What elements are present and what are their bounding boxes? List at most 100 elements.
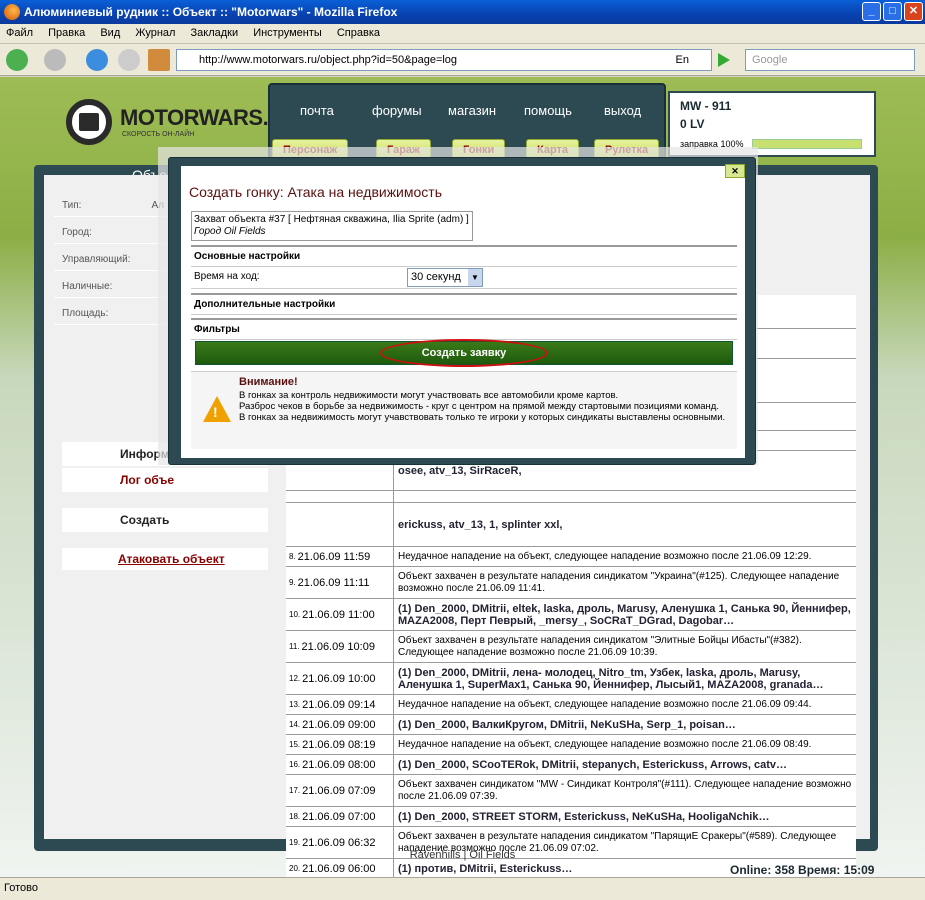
address-bar[interactable]: http://www.motorwars.ru/object.php?id=50… bbox=[176, 49, 712, 71]
create-button[interactable]: Создать bbox=[62, 508, 268, 532]
row-text: Неудачное нападение на объект, следующее… bbox=[394, 735, 856, 754]
row-date: 13. 21.06.09 09:14 bbox=[286, 695, 394, 714]
object-info: Захват объекта #37 [ Нефтяная скважина, … bbox=[191, 211, 473, 241]
menu-help[interactable]: Справка bbox=[331, 24, 386, 42]
modal-title: Создать гонку: Атака на недвижимость bbox=[189, 184, 442, 200]
row-text[interactable]: erickuss, atv_13, 1, splinter xxl, bbox=[394, 503, 856, 546]
warning-box: ! Внимание! В гонках за контроль недвижи… bbox=[191, 371, 737, 449]
forward-icon[interactable] bbox=[44, 49, 66, 71]
minimize-button[interactable]: _ bbox=[862, 2, 881, 21]
page-viewport: MOTORWARS.RU СКОРОСТЬ ОН-ЛАЙН почта фору… bbox=[0, 77, 925, 877]
status-bar: Готово bbox=[0, 877, 925, 900]
firefox-icon bbox=[4, 4, 20, 20]
chevron-down-icon: ▼ bbox=[468, 269, 482, 286]
row-date: 16. 21.06.09 08:00 bbox=[286, 755, 394, 774]
row-date: 17. 21.06.09 07:09 bbox=[286, 775, 394, 806]
row-date: 8. 21.06.09 11:59 bbox=[286, 547, 394, 566]
object-city: Город Oil Fields bbox=[194, 226, 266, 237]
row-date: 11. 21.06.09 10:09 bbox=[286, 631, 394, 662]
menu-tools[interactable]: Инструменты bbox=[247, 24, 328, 42]
table-row: 8. 21.06.09 11:59 Неудачное нападение на о… bbox=[286, 547, 856, 567]
table-row: 13. 21.06.09 09:14 Неудачное нападение на … bbox=[286, 695, 856, 715]
modal-body: Создать гонку: Атака на недвижимость Зах… bbox=[181, 166, 745, 458]
table-row bbox=[286, 491, 856, 503]
stop-icon[interactable] bbox=[118, 49, 140, 71]
table-row: 18. 21.06.09 07:00 (1) Den_2000, STREET ST… bbox=[286, 807, 856, 827]
reload-icon[interactable] bbox=[86, 49, 108, 71]
window-titlebar: Алюминиевый рудник :: Объект :: "Motorwa… bbox=[0, 0, 925, 24]
car-level: 0 LV bbox=[680, 117, 705, 131]
menu-file[interactable]: Файл bbox=[0, 24, 39, 42]
row-date bbox=[286, 491, 394, 502]
menu-bookmarks[interactable]: Закладки bbox=[185, 24, 245, 42]
footer-links[interactable]: Ravenhills | Oil Fields bbox=[0, 849, 925, 861]
table-row: 10. 21.06.09 11:00 (1) Den_2000, DMitrii, … bbox=[286, 599, 856, 631]
table-row: 14. 21.06.09 09:00 (1) Den_2000, ВалкиКруг… bbox=[286, 715, 856, 735]
nav-shop[interactable]: магазин bbox=[448, 103, 496, 118]
navigation-toolbar: http://www.motorwars.ru/object.php?id=50… bbox=[0, 44, 925, 76]
row-date: 10. 21.06.09 11:00 bbox=[286, 599, 394, 630]
site-logo[interactable]: MOTORWARS.RU СКОРОСТЬ ОН-ЛАЙН bbox=[66, 97, 299, 147]
table-row: 9. 21.06.09 11:11 Объект захвачен в резуль… bbox=[286, 567, 856, 599]
modal-close-button[interactable]: ✕ bbox=[725, 164, 745, 178]
fuel-bar bbox=[752, 139, 862, 149]
logo-icon bbox=[66, 99, 112, 145]
table-row: 16. 21.06.09 08:00 (1) Den_2000, SCooTERok… bbox=[286, 755, 856, 775]
search-input[interactable]: Google bbox=[745, 49, 915, 71]
menu-edit[interactable]: Правка bbox=[42, 24, 91, 42]
row-text bbox=[394, 491, 856, 502]
table-row: erickuss, atv_13, 1, splinter xxl, bbox=[286, 503, 856, 547]
filters-header[interactable]: Фильтры bbox=[191, 318, 737, 340]
object-log-button[interactable]: Лог объе bbox=[62, 468, 268, 492]
row-date: 14. 21.06.09 09:00 bbox=[286, 715, 394, 734]
go-icon[interactable] bbox=[718, 53, 730, 67]
time-row: Время на ход: 30 секунд ▼ bbox=[191, 267, 737, 289]
row-text[interactable]: (1) Den_2000, STREET STORM, Esterickuss,… bbox=[394, 807, 856, 826]
nav-mail[interactable]: почта bbox=[300, 103, 334, 118]
row-text: Неудачное нападение на объект, следующее… bbox=[394, 547, 856, 566]
home-icon[interactable] bbox=[148, 49, 170, 71]
maximize-button[interactable]: □ bbox=[883, 2, 902, 21]
table-row: 15. 21.06.09 08:19 Неудачное нападение на … bbox=[286, 735, 856, 755]
search-placeholder: Google bbox=[752, 54, 788, 66]
row-text: Объект захвачен в результате нападения с… bbox=[394, 631, 856, 662]
warning-title: Внимание! bbox=[239, 376, 298, 388]
row-text[interactable]: (1) Den_2000, ВалкиКругом, DMitrii, NeKu… bbox=[394, 715, 856, 734]
nav-exit[interactable]: выход bbox=[604, 103, 641, 118]
back-icon[interactable] bbox=[6, 49, 28, 71]
row-text[interactable]: (1) Den_2000, SCooTERok, DMitrii, stepan… bbox=[394, 755, 856, 774]
create-race-modal: Создать гонку: Атака на недвижимость Зах… bbox=[168, 157, 756, 465]
menubar: Файл Правка Вид Журнал Закладки Инструме… bbox=[0, 24, 925, 44]
nav-help[interactable]: помощь bbox=[524, 103, 572, 118]
table-row: 17. 21.06.09 07:09 Объект захвачен синдика… bbox=[286, 775, 856, 807]
time-select[interactable]: 30 секунд ▼ bbox=[407, 268, 483, 287]
row-text[interactable]: (1) Den_2000, DMitrii, лена- молодец, Ni… bbox=[394, 663, 856, 694]
extra-settings-header[interactable]: Дополнительные настройки bbox=[191, 293, 737, 315]
row-text: Объект захвачен синдикатом "MW - Синдика… bbox=[394, 775, 856, 806]
row-date: 15. 21.06.09 08:19 bbox=[286, 735, 394, 754]
table-row: 11. 21.06.09 10:09 Объект захвачен в резул… bbox=[286, 631, 856, 663]
lang-indicator[interactable]: En bbox=[676, 50, 689, 70]
basic-settings-header: Основные настройки bbox=[191, 245, 737, 267]
time-label: Время на ход: bbox=[194, 271, 260, 282]
row-date: 12. 21.06.09 10:00 bbox=[286, 663, 394, 694]
row-date: 18. 21.06.09 07:00 bbox=[286, 807, 394, 826]
row-date bbox=[286, 503, 394, 546]
car-name: MW - 911 bbox=[680, 99, 732, 113]
warning-text: В гонках за контроль недвижимости могут … bbox=[239, 390, 726, 423]
row-text: Объект захвачен в результате нападения с… bbox=[394, 567, 856, 598]
nav-forums[interactable]: форумы bbox=[372, 103, 422, 118]
online-status: Online: 358 Время: 15:09 bbox=[730, 863, 875, 877]
url-text: http://www.motorwars.ru/object.php?id=50… bbox=[199, 54, 458, 66]
menu-view[interactable]: Вид bbox=[94, 24, 126, 42]
row-date: 20. 21.06.09 06:00 bbox=[286, 859, 394, 877]
row-date: 9. 21.06.09 11:11 bbox=[286, 567, 394, 598]
highlight-oval bbox=[380, 339, 548, 367]
object-line: Захват объекта #37 [ Нефтяная скважина, … bbox=[194, 214, 469, 225]
attack-object-button[interactable]: Атаковать объект bbox=[62, 548, 268, 570]
row-text[interactable]: (1) Den_2000, DMitrii, eltek, laska, дро… bbox=[394, 599, 856, 630]
close-window-button[interactable]: ✕ bbox=[904, 2, 923, 21]
create-request-button[interactable]: Создать заявку bbox=[195, 339, 733, 367]
menu-history[interactable]: Журнал bbox=[129, 24, 181, 42]
logo-tagline: СКОРОСТЬ ОН-ЛАЙН bbox=[122, 131, 195, 138]
